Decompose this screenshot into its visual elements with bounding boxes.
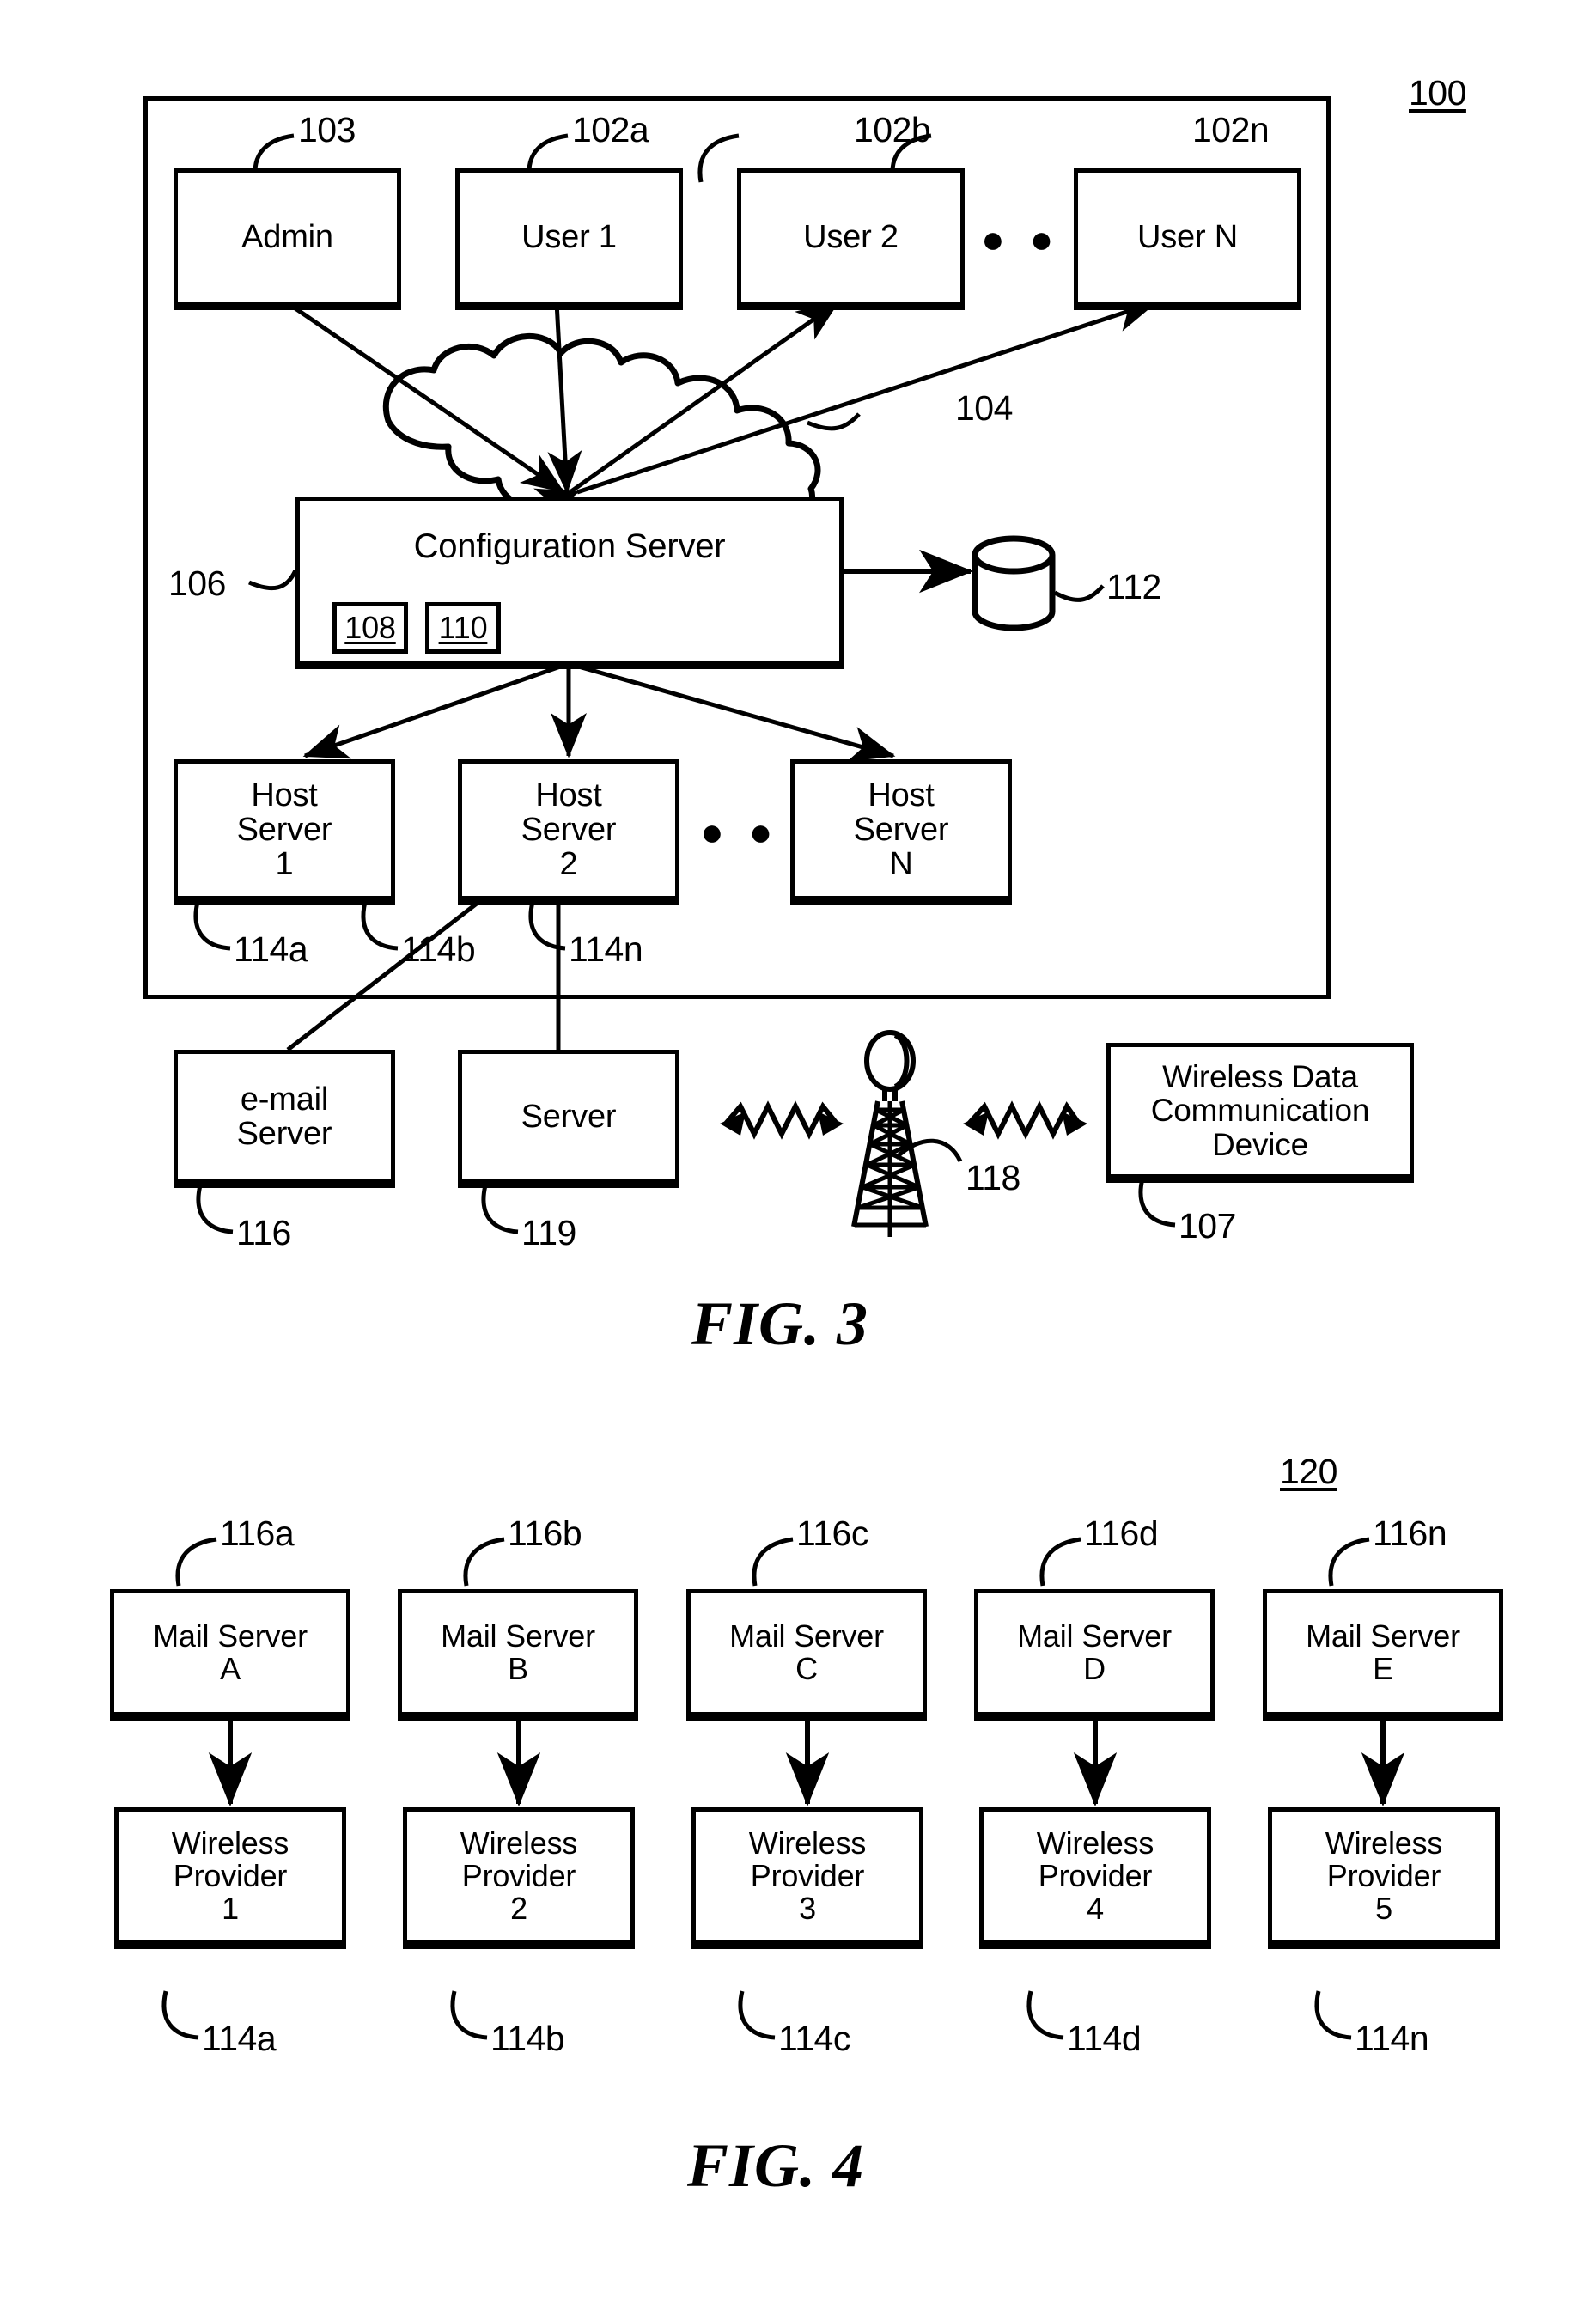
ref-114b: 114b xyxy=(401,929,476,969)
leader-114d-fig4 xyxy=(1026,1990,1064,2040)
patent-drawing-sheet: 100 Admin 103 User 1 102a User 2 102b ● … xyxy=(0,0,1596,2315)
node-wireless-provider-4[interactable]: Wireless Provider 4 xyxy=(979,1807,1211,1945)
node-user-1[interactable]: User 1 xyxy=(455,168,683,306)
ref-118: 118 xyxy=(966,1158,1020,1197)
ref-116n: 116n xyxy=(1373,1514,1447,1553)
ref-114c-fig4: 114c xyxy=(778,2019,850,2058)
node-mail-server-d[interactable]: Mail Server D xyxy=(974,1589,1215,1716)
node-mail-server-b[interactable]: Mail Server B xyxy=(398,1589,638,1716)
node-host-server-1[interactable]: Host Server 1 xyxy=(174,759,395,900)
node-admin[interactable]: Admin xyxy=(174,168,401,306)
ref-112: 112 xyxy=(1106,567,1161,606)
node-mail-server-a-label: Mail Server A xyxy=(153,1617,308,1686)
figure-caption-fig3: FIG. 3 xyxy=(691,1289,869,1358)
node-mail-server-a[interactable]: Mail Server A xyxy=(110,1589,350,1716)
node-server-label: Server xyxy=(521,1098,617,1135)
leader-107 xyxy=(1138,1178,1176,1228)
ref-114n-fig4: 114n xyxy=(1355,2019,1429,2058)
ref-116c: 116c xyxy=(796,1514,868,1553)
node-wireless-provider-1-label: Wireless Provider 1 xyxy=(171,1825,289,1927)
leader-114n-fig4 xyxy=(1314,1990,1352,2040)
node-user-2-label: User 2 xyxy=(803,218,899,255)
node-mail-server-c[interactable]: Mail Server C xyxy=(686,1589,927,1716)
ref-107: 107 xyxy=(1179,1206,1236,1246)
ref-106: 106 xyxy=(168,564,226,603)
node-wireless-provider-5-label: Wireless Provider 5 xyxy=(1325,1825,1443,1927)
node-wireless-provider-2[interactable]: Wireless Provider 2 xyxy=(403,1807,635,1945)
node-user-2[interactable]: User 2 xyxy=(737,168,965,306)
ref-116: 116 xyxy=(236,1213,291,1252)
ref-102b: 102b xyxy=(854,110,931,149)
config-module-110[interactable]: 110 xyxy=(425,602,501,654)
wireless-link-tower-device xyxy=(963,1100,1087,1140)
ref-103: 103 xyxy=(298,110,356,149)
node-admin-label: Admin xyxy=(241,218,333,255)
configuration-server-title: Configuration Server xyxy=(413,527,726,565)
node-server[interactable]: Server xyxy=(458,1050,679,1184)
ref-102n: 102n xyxy=(1192,110,1270,149)
wireless-link-server-tower xyxy=(720,1100,844,1140)
node-email-server-label: e-mail Server xyxy=(236,1081,332,1152)
leader-114a-fig4 xyxy=(161,1990,199,2040)
node-configuration-server[interactable]: Configuration Server 108 110 xyxy=(295,497,844,665)
leader-116c xyxy=(752,1537,794,1587)
leader-114b-fig4 xyxy=(450,1990,488,2040)
node-host-server-n[interactable]: Host Server N xyxy=(790,759,1012,900)
node-user-n-label: User N xyxy=(1136,218,1239,255)
cell-tower-icon xyxy=(851,1030,929,1237)
ref-114d-fig4: 114d xyxy=(1067,2019,1142,2058)
node-mail-server-c-label: Mail Server C xyxy=(729,1617,884,1686)
node-wireless-provider-4-label: Wireless Provider 4 xyxy=(1036,1825,1154,1927)
ref-116b: 116b xyxy=(508,1514,582,1553)
config-module-108-label: 108 xyxy=(344,609,396,645)
node-host-server-1-label: Host Server 1 xyxy=(236,777,332,883)
leader-116n xyxy=(1328,1537,1370,1587)
config-module-108[interactable]: 108 xyxy=(332,602,408,654)
ref-114a-fig4: 114a xyxy=(202,2019,277,2058)
node-wireless-provider-3-label: Wireless Provider 3 xyxy=(748,1825,867,1927)
node-host-server-2[interactable]: Host Server 2 xyxy=(458,759,679,900)
node-user-n[interactable]: User N xyxy=(1074,168,1301,306)
node-wireless-data-communication-device-label: Wireless Data Communication Device xyxy=(1150,1059,1370,1162)
config-module-110-label: 110 xyxy=(438,609,488,645)
figure-caption-fig4: FIG. 4 xyxy=(687,2131,865,2200)
leader-119 xyxy=(481,1185,519,1234)
leader-116a xyxy=(175,1537,217,1587)
node-mail-server-e[interactable]: Mail Server E xyxy=(1263,1589,1503,1716)
leader-118 xyxy=(894,1138,963,1163)
node-wireless-provider-3[interactable]: Wireless Provider 3 xyxy=(691,1807,923,1945)
node-mail-server-b-label: Mail Server B xyxy=(441,1617,595,1686)
leader-116d xyxy=(1039,1537,1081,1587)
leader-116b xyxy=(463,1537,505,1587)
node-mail-server-e-label: Mail Server E xyxy=(1306,1617,1460,1686)
leader-114c-fig4 xyxy=(738,1990,776,2040)
node-wireless-provider-2-label: Wireless Provider 2 xyxy=(460,1825,578,1927)
node-wireless-provider-1[interactable]: Wireless Provider 1 xyxy=(114,1807,346,1945)
node-wireless-provider-5[interactable]: Wireless Provider 5 xyxy=(1268,1807,1500,1945)
node-host-server-n-label: Host Server N xyxy=(853,777,949,883)
ref-100: 100 xyxy=(1409,73,1466,113)
ref-119: 119 xyxy=(521,1213,576,1252)
ref-104: 104 xyxy=(955,388,1013,428)
ref-116a: 116a xyxy=(220,1514,295,1553)
ref-116d: 116d xyxy=(1084,1514,1159,1553)
node-email-server[interactable]: e-mail Server xyxy=(174,1050,395,1184)
node-wireless-data-communication-device[interactable]: Wireless Data Communication Device xyxy=(1106,1043,1414,1179)
leader-116 xyxy=(196,1185,234,1234)
ref-102a: 102a xyxy=(572,110,649,149)
node-mail-server-d-label: Mail Server D xyxy=(1017,1617,1172,1686)
ref-114b-fig4: 114b xyxy=(490,2019,565,2058)
node-host-server-2-label: Host Server 2 xyxy=(521,777,617,883)
node-user-1-label: User 1 xyxy=(521,218,617,255)
ref-114n: 114n xyxy=(569,929,643,969)
ref-120: 120 xyxy=(1280,1452,1337,1491)
ref-114a: 114a xyxy=(234,929,308,969)
